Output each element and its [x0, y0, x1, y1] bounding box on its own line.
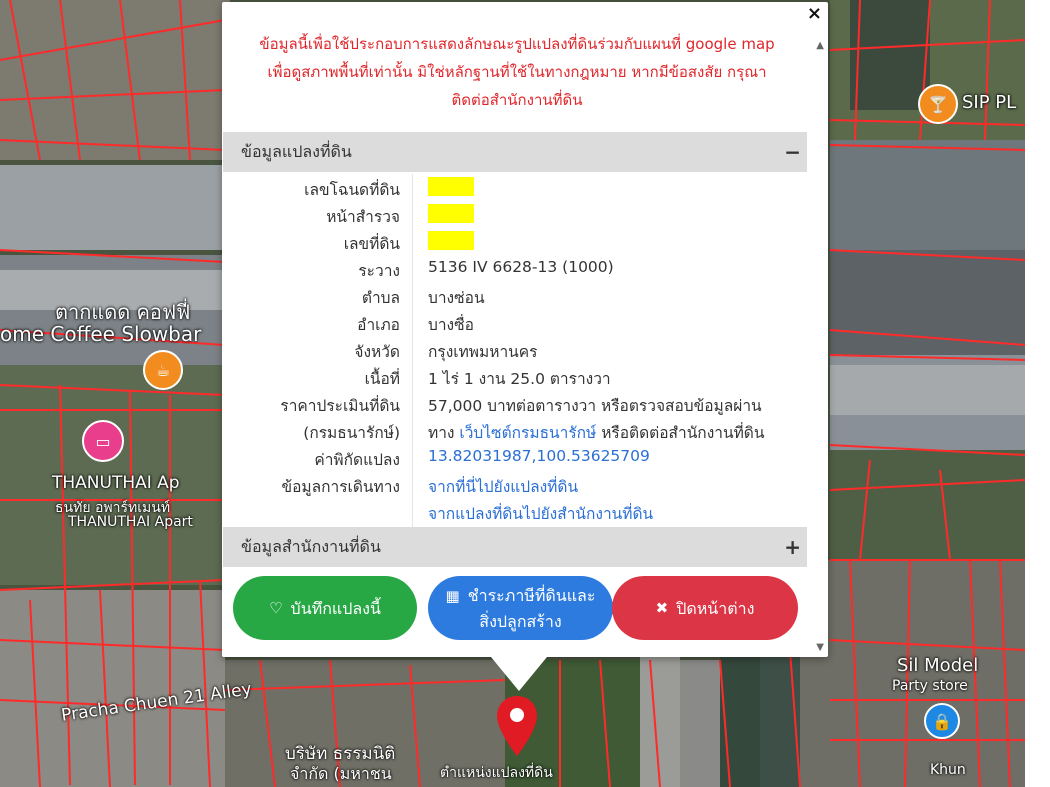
land-info-popup: × ▲ ข้อมูลนี้เพื่อใช้ประกอบการแสดงลักษณะ…: [222, 2, 828, 657]
coords-link[interactable]: 13.82031987,100.53625709: [428, 447, 650, 465]
disclaimer-line-1: ข้อมูลนี้เพื่อใช้ประกอบการแสดงลักษณะรูปแ…: [259, 35, 775, 53]
cafe-poi-icon[interactable]: ☕: [143, 350, 183, 390]
pay-tax-label-line-1: ชำระภาษีที่ดินและ: [467, 585, 596, 605]
value-price-2: ทาง เว็บไซต์กรมธนารักษ์ หรือติดต่อสำนักง…: [428, 420, 764, 445]
row-price: ราคาประเมินที่ดิน 57,000 บาทต่อตารางวา ห…: [222, 390, 812, 417]
value-tambon: บางซ่อน: [428, 289, 485, 307]
shopping-poi-icon[interactable]: 🔒: [924, 703, 960, 739]
label-travel: ข้อมูลการเดินทาง: [281, 478, 400, 496]
label-ravang: ระวาง: [358, 262, 400, 280]
lodging-poi-icon[interactable]: ▭: [82, 420, 124, 462]
value-amphoe: บางซื่อ: [428, 316, 474, 334]
expand-plus-icon[interactable]: +: [784, 527, 801, 567]
pay-tax-label-line-2: สิ่งปลูกสร้าง: [479, 611, 562, 631]
page-gutter: [1025, 0, 1050, 787]
map-label-sip: SIP PL: [962, 92, 1017, 113]
save-parcel-button[interactable]: ♡ บันทึกแปลงนี้: [233, 576, 417, 640]
popup-close-icon[interactable]: ×: [807, 4, 822, 24]
map-label-sil-model: Sil Model: [897, 655, 979, 676]
row-travel-2: จากแปลงที่ดินไปยังสำนักงานที่ดิน: [222, 498, 812, 525]
price-suffix: หรือติดต่อสำนักงานที่ดิน: [596, 424, 765, 442]
value-ravang: 5136 IV 6628-13 (1000): [428, 258, 614, 276]
label-area: เนื้อที่: [364, 370, 400, 388]
map-label-party-store: Party store: [892, 678, 968, 694]
label-province: จังหวัด: [354, 343, 400, 361]
price-prefix: ทาง: [428, 424, 460, 442]
value-survey-page-redacted: [428, 204, 474, 223]
disclaimer-line-2: เพื่อดูสภาพพื้นที่เท่านั้น มิใช่หลักฐานท…: [267, 63, 767, 81]
row-amphoe: อำเภอ บางซื่อ: [222, 309, 812, 336]
row-travel: ข้อมูลการเดินทาง จากที่นี่ไปยังแปลงที่ดิ…: [222, 471, 812, 498]
label-price-2: (กรมธนารักษ์): [303, 424, 400, 442]
disclaimer-text: ข้อมูลนี้เพื่อใช้ประกอบการแสดงลักษณะรูปแ…: [222, 30, 812, 114]
parcel-location-marker-icon[interactable]: [494, 694, 540, 760]
scroll-up-arrow-icon[interactable]: ▲: [816, 40, 824, 51]
row-area: เนื้อที่ 1 ไร่ 1 งาน 25.0 ตารางวา: [222, 363, 812, 390]
label-deed-no: เลขโฉนดที่ดิน: [304, 181, 400, 199]
row-land-no: เลขที่ดิน: [222, 228, 812, 255]
value-area: 1 ไร่ 1 งาน 25.0 ตารางวา: [428, 370, 611, 388]
map-label-khun: Khun: [930, 762, 966, 778]
close-x-icon: ✖: [655, 598, 669, 617]
disclaimer-line-3: ติดต่อสำนักงานที่ดิน: [451, 91, 583, 109]
popup-pointer-tail: [491, 657, 547, 691]
row-survey-page: หน้าสำรวจ: [222, 201, 812, 228]
map-label-company-2: จำกัด (มหาชน: [290, 764, 392, 783]
land-office-section-title: ข้อมูลสำนักงานที่ดิน: [241, 537, 381, 556]
scroll-down-arrow-icon[interactable]: ▼: [816, 642, 824, 653]
collapse-minus-icon[interactable]: −: [784, 132, 801, 172]
heart-icon: ♡: [269, 598, 283, 617]
close-window-button[interactable]: ✖ ปิดหน้าต่าง: [612, 576, 798, 640]
label-tambon: ตำบล: [361, 289, 400, 307]
row-deed-no: เลขโฉนดที่ดิน: [222, 174, 812, 201]
label-coords: ค่าพิกัดแปลง: [314, 451, 400, 469]
label-amphoe: อำเภอ: [357, 316, 400, 334]
directions-to-office-link[interactable]: จากแปลงที่ดินไปยังสำนักงานที่ดิน: [428, 501, 653, 526]
land-office-section-header[interactable]: ข้อมูลสำนักงานที่ดิน +: [223, 527, 807, 567]
value-land-no-redacted: [428, 231, 474, 250]
close-window-label: ปิดหน้าต่าง: [676, 598, 755, 618]
qr-code-icon: ▦: [445, 586, 460, 605]
land-info-section-title: ข้อมูลแปลงที่ดิน: [241, 142, 352, 161]
label-land-no: เลขที่ดิน: [343, 235, 400, 253]
row-coords: ค่าพิกัดแปลง 13.82031987,100.53625709: [222, 444, 812, 471]
pay-tax-button[interactable]: ▦ ชำระภาษีที่ดินและ สิ่งปลูกสร้าง: [428, 576, 613, 640]
row-ravang: ระวาง 5136 IV 6628-13 (1000): [222, 255, 812, 282]
map-label-thanuthai-2: THANUTHAI Apart: [68, 514, 193, 530]
treasury-website-link[interactable]: เว็บไซต์กรมธนารักษ์: [459, 424, 596, 442]
row-tambon: ตำบล บางซ่อน: [222, 282, 812, 309]
pay-tax-label: ▦ ชำระภาษีที่ดินและ สิ่งปลูกสร้าง: [446, 583, 596, 634]
directions-to-parcel-link[interactable]: จากที่นี่ไปยังแปลงที่ดิน: [428, 474, 578, 499]
row-province: จังหวัด กรุงเทพมหานคร: [222, 336, 812, 363]
map-label-thanuthai: THANUTHAI Ap: [52, 473, 180, 493]
value-deed-no-redacted: [428, 177, 474, 196]
save-parcel-label: บันทึกแปลงนี้: [290, 598, 381, 618]
value-price: 57,000 บาทต่อตารางวา หรือตรวจสอบข้อมูลผ่…: [428, 397, 762, 415]
label-price: ราคาประเมินที่ดิน: [280, 397, 400, 415]
map-label-cafe-en: ome Coffee Slowbar: [0, 322, 202, 346]
value-province: กรุงเทพมหานคร: [428, 343, 538, 361]
map-label-marker: ตำแหน่งแปลงที่ดิน: [440, 765, 553, 781]
row-price-2: (กรมธนารักษ์) ทาง เว็บไซต์กรมธนารักษ์ หร…: [222, 417, 812, 444]
bar-poi-icon[interactable]: 🍸: [918, 84, 958, 124]
label-survey-page: หน้าสำรวจ: [326, 208, 400, 226]
land-info-section-header[interactable]: ข้อมูลแปลงที่ดิน −: [223, 132, 807, 172]
